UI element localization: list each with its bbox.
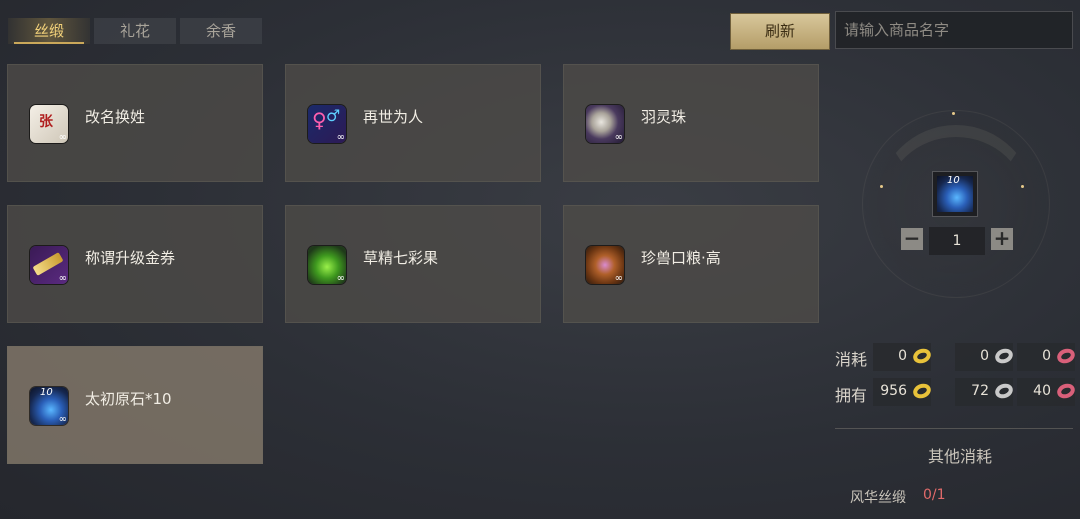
currency-value: 956 [880,383,907,399]
own-label: 拥有 [835,386,868,405]
item-card-rebirth[interactable]: ♀ ♂ ∞ 再世为人 [285,64,541,182]
infinity-icon: ∞ [58,273,67,284]
own-pink: 40 [1017,378,1077,406]
infinity-icon: ∞ [614,273,623,284]
decrease-quantity-button[interactable]: − [901,228,923,250]
quantity-input[interactable] [929,227,985,255]
own-gold: 956 [873,378,933,406]
infinity-icon: ∞ [58,132,67,143]
consume-gold: 0 [873,343,933,371]
item-card-primal-stone[interactable]: 10 ∞ 太初原石*10 [7,346,263,464]
dial-dot [952,112,955,115]
item-name: 珍兽口粮·高 [641,249,721,267]
selected-item-icon: 10 [932,171,978,217]
pet-food-icon: ∞ [586,246,624,284]
item-name: 羽灵珠 [641,108,687,126]
infinity-icon: ∞ [614,132,623,143]
currency-value: 0 [898,348,907,364]
dial-dot [880,185,883,188]
other-cost-item: 风华丝缎 [850,490,906,506]
item-card-herb-fruit[interactable]: ∞ 草精七彩果 [285,205,541,323]
pearl-icon: ∞ [586,105,624,143]
mahjong-tile-icon: 张 ∞ [30,105,68,143]
consume-label: 消耗 [835,350,868,369]
silver-coin-icon [993,346,1015,366]
gold-coin-icon [911,381,933,401]
refresh-button[interactable]: 刷新 [730,13,830,50]
currency-value: 0 [1042,348,1051,364]
gender-symbol-icon: ♀ ♂ ∞ [308,105,346,143]
item-card-rename[interactable]: 张 ∞ 改名换姓 [7,64,263,182]
other-cost-value: 0/1 [923,487,946,503]
item-name: 称谓升级金券 [85,249,176,267]
infinity-icon: ∞ [336,273,345,284]
dial-dot [1021,185,1024,188]
currency-value: 72 [971,383,989,399]
tab-silk[interactable]: 丝缎 [8,18,90,44]
currency-value: 0 [980,348,989,364]
silver-coin-icon [993,381,1015,401]
consume-pink: 0 [1017,343,1077,371]
stack-count-badge: 10 [40,387,53,398]
pink-coin-icon [1055,346,1077,366]
blue-crystal-icon: 10 ∞ [30,387,68,425]
item-name: 草精七彩果 [363,249,439,267]
other-cost-title: 其他消耗 [928,447,993,466]
infinity-icon: ∞ [336,132,345,143]
gold-coin-icon [911,346,933,366]
increase-quantity-button[interactable]: + [991,228,1013,250]
item-name: 太初原石*10 [85,390,172,408]
pink-coin-icon [1055,381,1077,401]
divider [835,428,1073,429]
item-name: 改名换姓 [85,108,146,126]
search-input[interactable] [835,11,1073,49]
green-fruit-icon: ∞ [308,246,346,284]
consume-silver: 0 [955,343,1015,371]
golden-ticket-icon: ∞ [30,246,68,284]
tab-fireworks[interactable]: 礼花 [94,18,176,44]
stack-count-badge: 10 [947,175,960,186]
own-silver: 72 [955,378,1015,406]
category-tabs: 丝缎 礼花 余香 [8,18,262,44]
item-name: 再世为人 [363,108,424,126]
currency-value: 40 [1033,383,1051,399]
infinity-icon: ∞ [58,414,67,425]
item-card-feather-pearl[interactable]: ∞ 羽灵珠 [563,64,819,182]
item-card-title-ticket[interactable]: ∞ 称谓升级金券 [7,205,263,323]
item-card-pet-food[interactable]: ∞ 珍兽口粮·高 [563,205,819,323]
tab-fragrance[interactable]: 余香 [180,18,262,44]
